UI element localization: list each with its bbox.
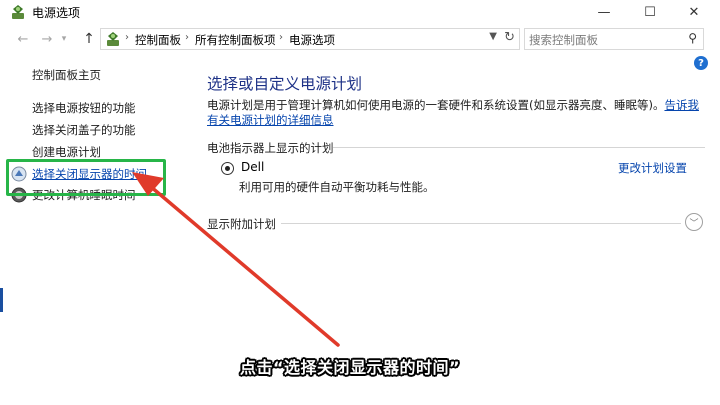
address-bar[interactable]: › 控制面板 › 所有控制面板项 › 电源选项 ▼ ↻: [100, 28, 520, 50]
maximize-button[interactable]: ☐: [632, 0, 668, 24]
search-input[interactable]: [529, 31, 679, 49]
description-text: 电源计划是用于管理计算机如何使用电源的一套硬件和系统设置(如显示器亮度、睡眠等)…: [207, 98, 665, 112]
window-title: 电源选项: [32, 6, 81, 20]
show-additional-plans-heading[interactable]: 显示附加计划: [207, 216, 276, 232]
breadcrumb-all-items[interactable]: 所有控制面板项: [195, 32, 276, 48]
chevron-down-icon[interactable]: ﹀: [685, 213, 703, 231]
battery-plans-heading: 电池指示器上显示的计划: [207, 141, 334, 155]
navigation-bar: ← → ▾ ↑ › 控制面板 › 所有控制面板项 › 电源选项 ▼ ↻ ⚲: [0, 26, 720, 52]
sidebar-item-create-plan[interactable]: 创建电源计划: [32, 144, 101, 160]
breadcrumb-separator-icon: ›: [185, 32, 189, 43]
plan-name[interactable]: Dell: [241, 160, 264, 174]
search-box[interactable]: ⚲: [524, 28, 704, 50]
power-options-icon: [12, 5, 24, 19]
close-button[interactable]: ✕: [676, 0, 712, 24]
edge-marker: [0, 288, 3, 312]
change-plan-settings-link[interactable]: 更改计划设置: [618, 160, 687, 176]
plan-description: 利用可用的硬件自动平衡功耗与性能。: [239, 180, 435, 194]
breadcrumb-separator-icon: ›: [279, 32, 283, 43]
instruction-caption: 点击“选择关闭显示器的时间”: [240, 358, 461, 377]
address-dropdown-icon[interactable]: ▼: [489, 31, 497, 42]
divider: [333, 147, 705, 148]
sidebar-item-lid-close[interactable]: 选择关闭盖子的功能: [32, 122, 136, 138]
breadcrumb-separator-icon: ›: [125, 32, 129, 43]
forward-arrow-icon[interactable]: →: [38, 30, 56, 48]
highlight-box: [6, 159, 166, 196]
divider: [281, 223, 681, 224]
recent-locations-icon[interactable]: ▾: [58, 30, 70, 48]
back-arrow-icon[interactable]: ←: [14, 30, 32, 48]
page-description: 电源计划是用于管理计算机如何使用电源的一套硬件和系统设置(如显示器亮度、睡眠等)…: [207, 98, 702, 128]
control-panel-home-link[interactable]: 控制面板主页: [32, 67, 101, 83]
refresh-icon[interactable]: ↻: [504, 30, 515, 45]
left-task-pane: 控制面板主页 选择电源按钮的功能 选择关闭盖子的功能 创建电源计划 选择关闭显示…: [0, 56, 185, 405]
sidebar-item-power-button[interactable]: 选择电源按钮的功能: [32, 100, 136, 116]
help-icon[interactable]: ?: [694, 56, 708, 70]
title-bar: 电源选项 — ☐ ✕: [0, 0, 720, 24]
search-icon[interactable]: ⚲: [688, 31, 697, 45]
plan-radio-button[interactable]: [221, 162, 234, 175]
breadcrumb-power-options[interactable]: 电源选项: [289, 32, 335, 48]
up-arrow-icon[interactable]: ↑: [80, 30, 98, 48]
minimize-button[interactable]: —: [586, 0, 622, 24]
page-title: 选择或自定义电源计划: [207, 75, 363, 93]
control-panel-icon: [107, 32, 119, 46]
breadcrumb-control-panel[interactable]: 控制面板: [135, 32, 181, 48]
